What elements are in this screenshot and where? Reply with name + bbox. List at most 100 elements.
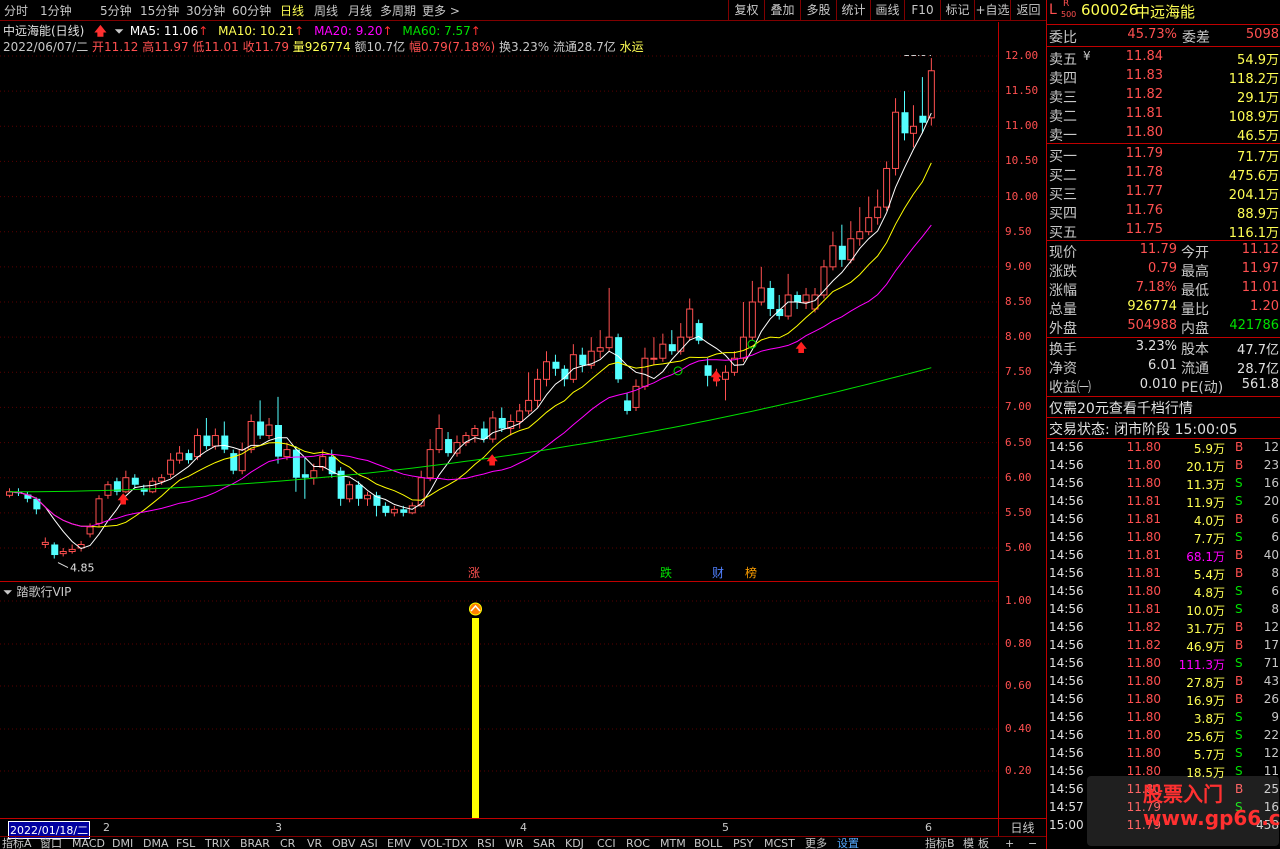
month-label: 6 bbox=[925, 821, 932, 834]
indicator-tab[interactable]: VR bbox=[307, 837, 322, 849]
event-marker[interactable]: 跌 bbox=[660, 565, 672, 580]
period-2[interactable]: 5分钟 bbox=[100, 2, 132, 19]
indicator-tab[interactable]: ASI bbox=[360, 837, 378, 849]
tick-vol: 111.3万 bbox=[1178, 658, 1225, 672]
period-1[interactable]: 1分钟 bbox=[40, 2, 72, 19]
indicator-tick: 0.60 bbox=[1005, 679, 1032, 692]
fund-value: 0.010 bbox=[1139, 377, 1177, 392]
trade-state: 交易状态: 闭市阶段 15:00:05 bbox=[1049, 422, 1238, 438]
indicator-tab[interactable]: 模 bbox=[963, 837, 974, 849]
indicator-tab[interactable]: 设置 bbox=[837, 837, 859, 849]
quote-label: 内盘 bbox=[1181, 321, 1209, 337]
tick-price: 11.81 bbox=[1126, 548, 1161, 562]
period-10[interactable]: 更多 > bbox=[422, 2, 460, 19]
indicator-tab[interactable]: CCI bbox=[597, 837, 616, 849]
tick-time: 14:56 bbox=[1049, 494, 1084, 508]
tick-vol: 20.1万 bbox=[1186, 460, 1225, 474]
indicator-tab[interactable]: − bbox=[1028, 837, 1037, 849]
indicator-tab[interactable]: MCST bbox=[764, 837, 795, 849]
buy-price: 11.76 bbox=[1125, 203, 1163, 218]
period-4[interactable]: 30分钟 bbox=[186, 2, 225, 19]
candle bbox=[847, 221, 855, 264]
circle-down-icon[interactable]: ⏷ bbox=[114, 24, 124, 38]
ma60-label: MA60: 7.57 bbox=[402, 24, 471, 38]
indicator-tab[interactable]: DMI bbox=[112, 837, 133, 849]
indicator-tab[interactable]: WR bbox=[505, 837, 524, 849]
price-tick: 9.00 bbox=[1005, 259, 1032, 273]
period-3[interactable]: 15分钟 bbox=[140, 2, 179, 19]
buy-vol: 88.9万 bbox=[1237, 207, 1279, 222]
indicator-tab[interactable]: OBV bbox=[332, 837, 355, 849]
indicator-tab[interactable]: 板 bbox=[978, 837, 989, 849]
buy-vol: 475.6万 bbox=[1228, 169, 1279, 184]
indicator-tab[interactable]: MTM bbox=[660, 837, 686, 849]
quote-panel: L R 500 600026 中远海能 委比 45.73% 委差 5098 卖五 ¥11.84 54.… bbox=[1046, 0, 1280, 849]
info-float: 流通28.7亿 bbox=[553, 40, 616, 54]
indicator-tab[interactable]: VOL-TDX bbox=[420, 837, 468, 849]
tick-time: 14:56 bbox=[1049, 764, 1084, 778]
toolbar-button-7[interactable]: +自选 bbox=[974, 0, 1010, 20]
indicator-chart[interactable] bbox=[0, 596, 998, 818]
indicator-tab[interactable]: BOLL bbox=[694, 837, 722, 849]
indicator-tab[interactable]: KDJ bbox=[565, 837, 584, 849]
indicator-tab[interactable]: + bbox=[1005, 837, 1014, 849]
info-high: 高11.97 bbox=[142, 40, 189, 54]
tick-time: 14:56 bbox=[1049, 710, 1084, 724]
candle bbox=[203, 417, 211, 450]
candle bbox=[230, 449, 238, 475]
indicator-tab[interactable]: ROC bbox=[626, 837, 650, 849]
stock-code: 600026 bbox=[1081, 1, 1139, 19]
tick-time: 14:56 bbox=[1049, 602, 1084, 616]
indicator-tab[interactable]: FSL bbox=[176, 837, 195, 849]
candle bbox=[41, 537, 49, 548]
price-tick: 6.50 bbox=[1005, 435, 1032, 449]
toolbar-button-5[interactable]: F10 bbox=[904, 0, 940, 20]
buy-price: 11.77 bbox=[1125, 184, 1163, 199]
weibi-label: 委比 bbox=[1049, 30, 1077, 46]
indicator-tab[interactable]: DMA bbox=[143, 837, 169, 849]
toolbar-button-0[interactable]: 复权 bbox=[728, 0, 764, 20]
period-7[interactable]: 周线 bbox=[314, 2, 338, 19]
indicator-tab[interactable]: 更多 bbox=[805, 837, 827, 849]
indicator-tab[interactable]: TRIX bbox=[205, 837, 230, 849]
toolbar-button-2[interactable]: 多股 bbox=[800, 0, 836, 20]
price-tick: 7.50 bbox=[1005, 365, 1032, 379]
candle bbox=[471, 425, 479, 443]
period-5[interactable]: 60分钟 bbox=[232, 2, 271, 19]
indicator-tab[interactable]: CR bbox=[280, 837, 295, 849]
period-8[interactable]: 月线 bbox=[348, 2, 372, 19]
indicator-tab[interactable]: EMV bbox=[387, 837, 411, 849]
tick-time: 14:56 bbox=[1049, 548, 1084, 562]
event-marker[interactable]: 财 bbox=[712, 566, 724, 580]
event-marker[interactable]: 涨 bbox=[468, 565, 480, 580]
promo-link[interactable]: 仅需20元查看千档行情 bbox=[1049, 398, 1193, 418]
toolbar-button-3[interactable]: 统计 bbox=[836, 0, 870, 20]
buy-vol: 71.7万 bbox=[1237, 150, 1279, 165]
indicator-tab[interactable]: SAR bbox=[533, 837, 555, 849]
candle bbox=[641, 347, 649, 390]
tick-side: B bbox=[1235, 548, 1244, 562]
toolbar-button-1[interactable]: 叠加 bbox=[764, 0, 800, 20]
indicator-tab[interactable]: 窗口 bbox=[40, 837, 62, 849]
period-label[interactable]: 日线 bbox=[998, 818, 1046, 836]
event-marker[interactable]: 榜 bbox=[745, 565, 757, 580]
candle bbox=[489, 410, 497, 443]
period-6[interactable]: 日线 bbox=[280, 2, 304, 19]
toolbar-button-8[interactable]: 返回 bbox=[1010, 0, 1046, 20]
indicator-tab[interactable]: RSI bbox=[477, 837, 495, 849]
indicator-tab[interactable]: MACD bbox=[72, 837, 105, 849]
quote-label: 涨幅 bbox=[1049, 283, 1077, 299]
tick-price: 11.80 bbox=[1126, 728, 1161, 742]
candlestick-chart[interactable]: 11.97 4.85 🡅 🡅 🡅 🡅 涨 跌 财 榜 bbox=[0, 55, 998, 580]
indicator-tab[interactable]: PSY bbox=[733, 837, 753, 849]
period-9[interactable]: 多周期 bbox=[380, 2, 416, 19]
period-0[interactable]: 分时 bbox=[4, 2, 28, 19]
indicator-tab[interactable]: BRAR bbox=[240, 837, 270, 849]
toolbar-button-6[interactable]: 标记 bbox=[940, 0, 974, 20]
tick-time: 14:56 bbox=[1049, 512, 1084, 526]
indicator-tab[interactable]: 指标A bbox=[2, 837, 32, 849]
tick-price: 11.80 bbox=[1126, 584, 1161, 598]
indicator-tab[interactable]: 指标B bbox=[925, 837, 955, 849]
tick-count: 26 bbox=[1263, 692, 1279, 706]
toolbar-button-4[interactable]: 画线 bbox=[870, 0, 904, 20]
